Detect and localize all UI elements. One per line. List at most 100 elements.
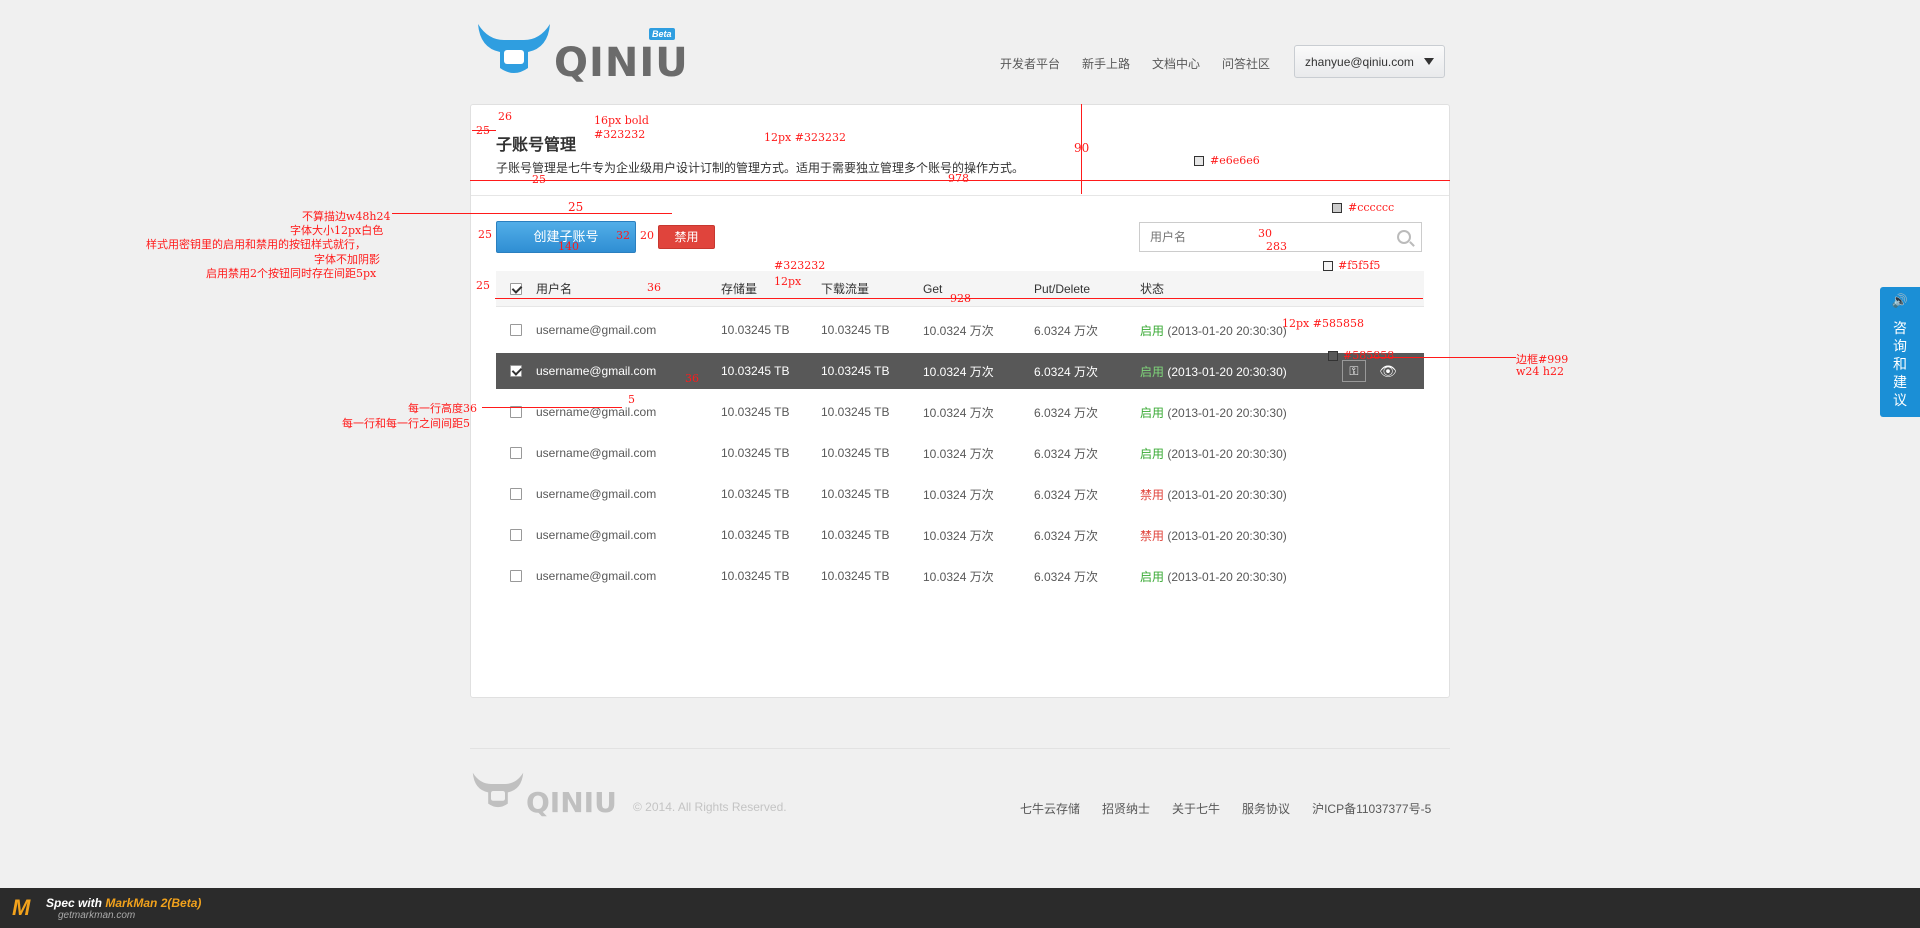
nav-getting-started[interactable]: 新手上路 [1082,55,1130,72]
row-checkbox[interactable] [510,570,522,582]
footer-link-icp[interactable]: 沪ICP备11037377号-5 [1312,800,1431,817]
annotation-head-font-color: #323232 [774,259,826,272]
bull-horns-icon [478,24,550,73]
feedback-tab[interactable]: 🔊 咨询和建议 [1880,287,1920,417]
footer-link-about[interactable]: 关于七牛 [1172,800,1220,817]
cell-download: 10.03245 TB [821,405,890,419]
annotation-measure: 26 [498,110,512,123]
user-email: zhanyue@qiniu.com [1305,54,1414,69]
annotation-measure: 36 [685,372,699,385]
status-label: 启用 [1140,364,1165,379]
cell-storage: 10.03245 TB [721,446,790,460]
user-menu-dropdown[interactable]: zhanyue@qiniu.com [1294,45,1445,78]
annotation-measure: 36 [647,281,661,294]
row-checkbox[interactable] [510,488,522,500]
qiniu-logo[interactable]: QINIU Beta [474,18,688,86]
table-row[interactable]: username@gmail.com 10.03245 TB 10.03245 TB… [496,435,1424,471]
status-time: (2013-01-20 20:30:30) [1167,323,1287,338]
status-time: (2013-01-20 20:30:30) [1167,487,1287,502]
cell-status: 启用 (2013-01-20 20:30:30) [1140,568,1340,585]
select-all-checkbox[interactable] [510,282,522,295]
status-label: 启用 [1140,446,1165,461]
annotation-measure: 90 [1074,141,1090,155]
header-status[interactable]: 状态 [1140,280,1340,297]
cell-download: 10.03245 TB [821,569,890,583]
nav-docs[interactable]: 文档中心 [1152,55,1200,72]
bull-horns-icon [472,772,524,808]
cell-download: 10.03245 TB [821,446,890,460]
footer-link-terms[interactable]: 服务协议 [1242,800,1290,817]
search-icon[interactable] [1397,230,1411,244]
cell-put-delete: 6.0324 万次 [1034,405,1099,420]
annotation-row-font: 12px #585858 [1282,317,1364,330]
table-row[interactable]: username@gmail.com 10.03245 TB 10.03245 TB… [496,353,1424,389]
color-swatch [1194,156,1204,166]
table-row[interactable]: username@gmail.com 10.03245 TB 10.03245 TB… [496,476,1424,512]
table-row[interactable]: username@gmail.com 10.03245 TB 10.03245 TB… [496,517,1424,553]
header-get[interactable]: Get [923,282,1034,296]
annotation-measure: 30 [1258,227,1272,240]
annotation-head-font: 12px [774,275,802,288]
markman-logo-icon: M [12,895,31,920]
header-storage[interactable]: 存储量 [721,280,821,297]
annotation-line [1370,357,1516,358]
row-checkbox[interactable] [510,324,522,336]
status-label: 启用 [1140,405,1165,420]
row-checkbox[interactable] [510,365,522,377]
footer-link-careers[interactable]: 招贤纳士 [1102,800,1150,817]
table-row[interactable]: username@gmail.com 10.03245 TB 10.03245 TB… [496,558,1424,594]
status-time: (2013-01-20 20:30:30) [1167,446,1287,461]
markman-brand: MarkMan 2(Beta) [105,896,202,910]
eye-icon[interactable]: 👁 [1376,360,1400,382]
table-body: username@gmail.com 10.03245 TB 10.03245 TB… [496,312,1424,594]
annotation-desc-font: 12px #323232 [764,131,846,144]
annotation-measure: 283 [1266,240,1287,253]
status-label: 启用 [1140,569,1165,584]
annotation-measure: 20 [640,229,654,242]
page-description: 子账号管理是七牛专为企业级用户设计订制的管理方式。适用于需要独立管理多个账号的操… [496,161,1025,175]
cell-put-delete: 6.0324 万次 [1034,323,1099,338]
markman-prefix: Spec with [46,896,106,910]
footer-link-cloud-storage[interactable]: 七牛云存储 [1020,800,1080,817]
nav-qa-community[interactable]: 问答社区 [1222,55,1270,72]
annotation-measure: 140 [558,240,579,253]
annotation-line [482,407,622,408]
header-divider [471,195,1449,196]
cell-put-delete: 6.0324 万次 [1034,364,1099,379]
cell-username: username@gmail.com [536,528,657,542]
cell-download: 10.03245 TB [821,364,890,378]
cell-put-delete: 6.0324 万次 [1034,487,1099,502]
copyright: © 2014. All Rights Reserved. [633,800,787,814]
status-time: (2013-01-20 20:30:30) [1167,569,1287,584]
disable-button[interactable]: 禁用 [658,225,715,249]
annotation-border-color: #cccccc [1348,201,1395,214]
cell-storage: 10.03245 TB [721,569,790,583]
header-put-delete[interactable]: Put/Delete [1034,282,1140,296]
table-row[interactable]: username@gmail.com 10.03245 TB 10.03245 TB… [496,394,1424,430]
cell-get: 10.0324 万次 [923,569,994,584]
cell-username: username@gmail.com [536,487,657,501]
annotation-measure: 25 [476,279,490,292]
subaccount-panel: 子账号管理 子账号管理是七牛专为企业级用户设计订制的管理方式。适用于需要独立管理… [470,104,1450,698]
header-download[interactable]: 下载流量 [821,280,923,297]
row-checkbox[interactable] [510,529,522,541]
annotation-measure: 25 [532,173,546,186]
annotation-line [392,213,672,214]
footer-links: 七牛云存储 招贤纳士 关于七牛 服务协议 沪ICP备11037377号-5 [1020,800,1453,817]
nav-dev-platform[interactable]: 开发者平台 [1000,55,1060,72]
cell-username: username@gmail.com [536,323,657,337]
footer-wordmark: QINIU [526,786,617,819]
annotation-measure: 25 [568,200,584,214]
row-checkbox[interactable] [510,447,522,459]
cell-username: username@gmail.com [536,446,657,460]
annotation-action-size: w24 h22 [1516,365,1564,378]
cell-download: 10.03245 TB [821,487,890,501]
cell-status: 禁用 (2013-01-20 20:30:30) [1140,486,1340,503]
cell-download: 10.03245 TB [821,323,890,337]
key-icon[interactable]: ⚿ [1342,360,1366,382]
status-label: 禁用 [1140,528,1165,543]
header-username[interactable]: 用户名 [536,280,721,297]
cell-put-delete: 6.0324 万次 [1034,528,1099,543]
annotation-measure: 978 [948,172,969,185]
feedback-label: 咨询和建议 [1893,320,1907,408]
